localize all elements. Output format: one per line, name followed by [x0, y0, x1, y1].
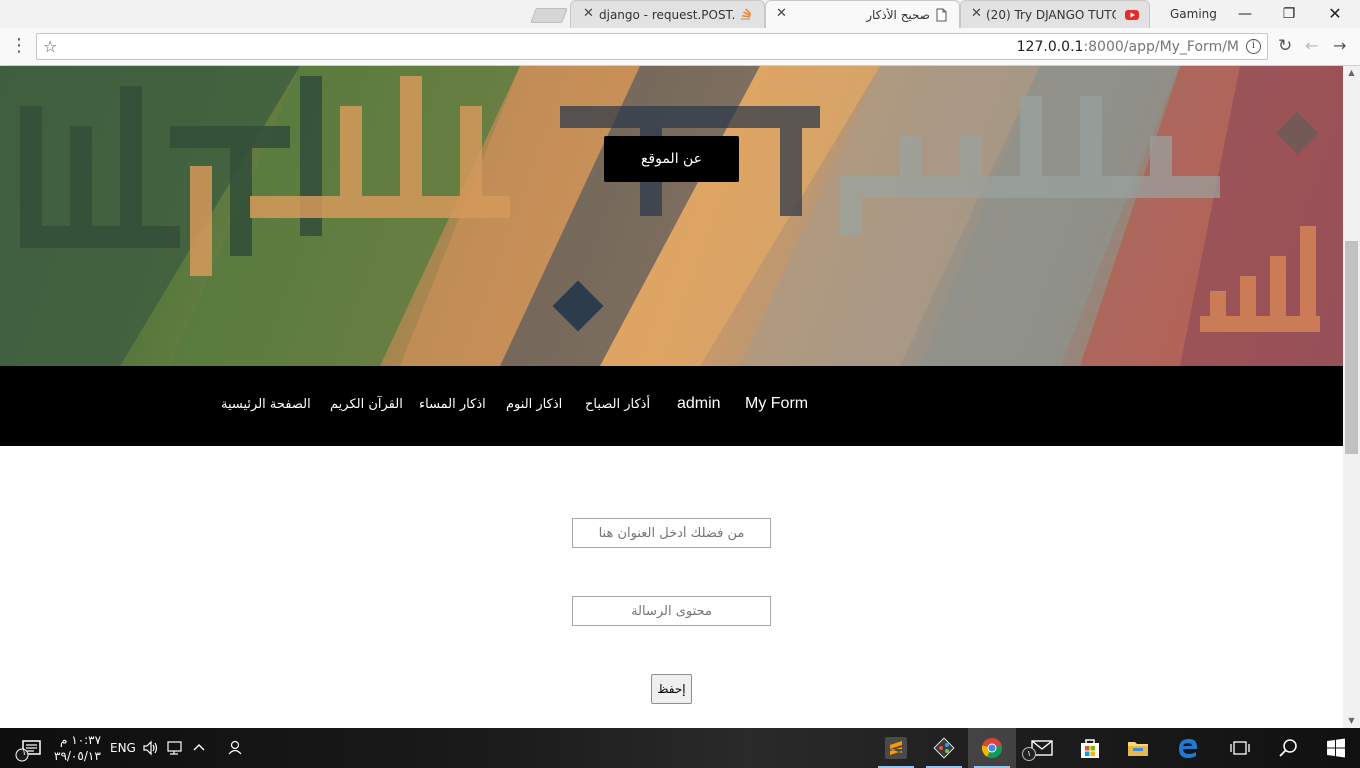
- profile-name[interactable]: Gaming: [1170, 7, 1217, 21]
- save-button[interactable]: إحفظ: [651, 674, 692, 704]
- clock-date[interactable]: ٣٩/٠٥/١٣: [54, 749, 101, 763]
- tab-django-request[interactable]: ✕ django - request.POST.g: [570, 0, 765, 28]
- title-input[interactable]: [572, 518, 771, 548]
- tab-title: صحيح الأذكار: [866, 8, 930, 22]
- language-indicator[interactable]: ENG: [110, 728, 136, 768]
- file-explorer-app[interactable]: [1114, 728, 1162, 768]
- back-icon[interactable]: ←: [1305, 37, 1318, 55]
- url-text: 127.0.0.1:8000/app/My_Form/M: [1016, 39, 1239, 55]
- stackoverflow-icon: [741, 8, 752, 20]
- volume-icon[interactable]: [142, 740, 160, 756]
- reload-icon[interactable]: ↻: [1278, 37, 1292, 55]
- close-icon[interactable]: ✕: [776, 7, 787, 21]
- start-button[interactable]: [1312, 728, 1360, 768]
- nav-quran[interactable]: القرآن الكريم: [330, 397, 403, 413]
- edge-icon: [1179, 739, 1197, 758]
- scroll-thumb[interactable]: [1345, 241, 1358, 454]
- nav-sleep-adhkar[interactable]: اذكار النوم: [506, 397, 562, 413]
- youtube-icon: [1125, 10, 1139, 20]
- scroll-down-icon[interactable]: ▼: [1343, 714, 1360, 728]
- page-viewport: عن الموقع My Form admin أذكار الصباح اذك…: [0, 66, 1343, 728]
- tab-title: (20) Try DJANGO TUTORI: [986, 8, 1116, 22]
- restore-icon[interactable]: ❐: [1266, 0, 1312, 28]
- clock-time[interactable]: ١٠:٣٧ م: [60, 733, 101, 747]
- store-icon: [1081, 739, 1099, 758]
- chevron-up-icon[interactable]: [192, 741, 206, 753]
- nav-my-form[interactable]: My Form: [745, 396, 808, 412]
- tab-title: django - request.POST.g: [599, 8, 734, 22]
- sublime-text-app[interactable]: [872, 728, 920, 768]
- task-view-button[interactable]: [1216, 728, 1264, 768]
- forward-icon[interactable]: →: [1333, 37, 1346, 55]
- windows-taskbar: ١ ١٠:٣٧ م ٣٩/٠٥/١٣ ENG ١: [0, 728, 1360, 768]
- tab-youtube-django[interactable]: ✕ (20) Try DJANGO TUTORI: [960, 0, 1150, 28]
- page-icon: [936, 8, 947, 22]
- store-app[interactable]: [1066, 728, 1114, 768]
- tab-sahih-adhkar[interactable]: ✕ صحيح الأذكار: [765, 0, 960, 28]
- nav-morning-adhkar[interactable]: أذكار الصباح: [585, 397, 650, 413]
- message-content-input[interactable]: [572, 596, 771, 626]
- people-icon[interactable]: [226, 739, 244, 757]
- search-icon: [1279, 739, 1297, 757]
- vertical-scrollbar[interactable]: ▲ ▼: [1343, 66, 1360, 728]
- bookmark-star-icon[interactable]: ☆: [43, 37, 57, 56]
- mail-badge: ١: [1022, 747, 1036, 761]
- chrome-app[interactable]: [968, 728, 1016, 768]
- calligraphy-background-image: [0, 66, 1343, 366]
- task-view-icon: [1230, 741, 1250, 755]
- git-icon: [933, 737, 955, 759]
- search-button[interactable]: [1264, 728, 1312, 768]
- about-site-button[interactable]: عن الموقع: [604, 136, 739, 182]
- site-info-icon[interactable]: i: [1246, 39, 1261, 54]
- new-tab-button[interactable]: [530, 8, 568, 23]
- main-navbar: My Form admin أذكار الصباح اذكار النوم ا…: [0, 366, 1343, 446]
- sublime-text-icon: [885, 737, 907, 759]
- hero-banner: عن الموقع: [0, 66, 1343, 366]
- nav-home[interactable]: الصفحة الرئيسية: [221, 397, 311, 413]
- address-bar[interactable]: ☆ 127.0.0.1:8000/app/My_Form/M i: [36, 33, 1268, 60]
- git-app[interactable]: [920, 728, 968, 768]
- start-icon: [1327, 738, 1345, 758]
- notification-count: ١: [21, 748, 27, 758]
- file-explorer-icon: [1128, 742, 1148, 756]
- browser-toolbar: ⋮ ☆ 127.0.0.1:8000/app/My_Form/M i ↻ ← →: [0, 28, 1360, 66]
- mail-app[interactable]: ١: [1018, 728, 1066, 768]
- tab-strip: ✕ django - request.POST.g ✕ صحيح الأذكار…: [0, 0, 1360, 28]
- network-icon[interactable]: [166, 740, 184, 756]
- nav-evening-adhkar[interactable]: اذكار المساء: [419, 397, 486, 413]
- minimize-icon[interactable]: —: [1222, 0, 1268, 28]
- nav-admin[interactable]: admin: [677, 396, 721, 412]
- scroll-up-icon[interactable]: ▲: [1343, 66, 1360, 80]
- edge-app[interactable]: [1164, 728, 1212, 768]
- close-icon[interactable]: ✕: [583, 7, 594, 21]
- menu-icon[interactable]: ⋮: [10, 37, 28, 55]
- window-close-icon[interactable]: ✕: [1312, 0, 1358, 28]
- close-icon[interactable]: ✕: [971, 7, 982, 21]
- chrome-icon: [981, 738, 1003, 759]
